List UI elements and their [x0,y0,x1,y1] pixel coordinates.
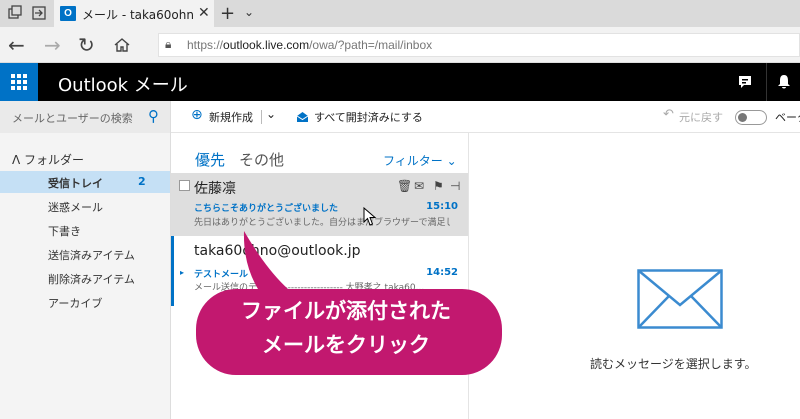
url-prefix: https:// [187,38,224,52]
new-options-chevron-icon[interactable]: ⌄ [266,107,276,121]
folder-item-label: 削除済みアイテム [48,273,135,286]
chevron-down-icon: ⌄ [446,154,457,168]
tab-title: メール - taka60ohno@ou [82,8,194,22]
search-box[interactable]: メールとユーザーの検索 ⚲ [0,101,171,133]
refresh-icon[interactable]: ↻ [78,33,95,57]
chevron-up-icon: ᐱ [12,153,21,167]
folders-header[interactable]: ᐱ フォルダー [12,151,84,168]
plus-circle-icon[interactable]: ⊕ [191,107,203,123]
beta-label: ベータ [775,111,800,124]
folder-item-label: 受信トレイ [48,177,103,190]
address-bar[interactable]: 🔒︎ https://outlook.live.com/owa/?path=/m… [158,33,800,57]
search-icon[interactable]: ⚲ [148,107,159,125]
bell-icon[interactable] [766,63,800,101]
message-preview: 先日はありがとうございました。自分はまだブラウザーで満足し... [194,218,450,228]
mark-read-icon[interactable]: ✉︎ [414,179,424,193]
message-subject: テストメール [194,270,249,280]
browser-tab-bar: O メール - taka60ohno@ou ✕ + ⌄ [0,0,800,27]
message-checkbox[interactable] [179,180,190,191]
chat-icon[interactable] [728,63,762,101]
folder-item-label: アーカイブ [48,297,103,310]
folder-item-inbox[interactable]: 受信トレイ 2 [0,171,170,193]
browser-tab-outlook[interactable]: O メール - taka60ohno@ou ✕ [54,0,214,27]
mark-all-read-button[interactable]: すべて開封済みにする [314,109,423,125]
outlook-header: Outlook メール [0,63,800,101]
flag-icon[interactable]: ⚑ [433,179,444,193]
envelope-icon [637,269,723,329]
unread-count-badge: 2 [138,175,146,188]
new-tab-icon[interactable]: + [220,3,235,24]
address-url: https://outlook.live.com/owa/?path=/mail… [187,38,432,52]
message-time: 14:52 [426,267,458,278]
tab-focused[interactable]: 優先 [195,149,226,175]
lock-icon: 🔒︎ [165,37,172,51]
message-sender: taka60ohno@outlook.jp [194,243,361,259]
folder-item-label: 迷惑メール [48,201,103,214]
home-icon[interactable] [113,36,131,54]
folder-item-drafts[interactable]: 下書き [0,219,170,241]
browser-nav-bar: ← → ↻ 🔒︎ https://outlook.live.com/owa/?p… [0,27,800,63]
folder-item-junk[interactable]: 迷惑メール [0,195,170,217]
folders-header-label: フォルダー [24,153,85,167]
message-item[interactable]: 佐藤凛 🗑︎ ✉︎ ⚑ ⊣ こちらこそありがとうございました 15:10 先日は… [171,173,468,236]
forward-arrow-icon[interactable]: → [44,33,61,57]
tab-other[interactable]: その他 [239,149,284,170]
mouse-cursor-icon [363,207,377,226]
folder-item-archive[interactable]: アーカイブ [0,291,170,313]
url-host: outlook.live.com [223,38,310,52]
outlook-favicon-icon: O [60,6,76,21]
folder-item-deleted[interactable]: 削除済みアイテム [0,267,170,289]
command-bar: ⊕ 新規作成 ⌄ すべて開封済みにする ↶ 元に戻す ベータ [171,101,800,133]
beta-toggle[interactable] [735,110,767,125]
undo-button[interactable]: 元に戻す [679,109,723,125]
pin-icon[interactable]: ⊣ [450,179,460,193]
chevron-down-icon[interactable]: ⌄ [244,5,254,19]
app-launcher-icon[interactable] [0,63,38,101]
new-message-button[interactable]: 新規作成 [209,109,253,125]
divider [261,110,262,124]
message-sender: 佐藤凛 [194,181,236,197]
trash-icon[interactable]: 🗑︎ [397,179,412,193]
folder-item-label: 下書き [48,225,81,238]
url-path: /owa/?path=/mail/inbox [309,38,433,52]
app-title: Outlook メール [58,75,188,96]
filter-label: フィルター [383,154,443,168]
undo-icon[interactable]: ↶ [663,107,674,122]
message-time: 15:10 [426,201,458,212]
folder-item-label: 送信済みアイテム [48,249,135,262]
folder-pane: ᐱ フォルダー 受信トレイ 2 迷惑メール 下書き 送信済みアイテム 削除済みア… [0,133,171,419]
search-input[interactable]: メールとユーザーの検索 [12,110,133,126]
close-tab-icon[interactable]: ✕ [198,5,210,21]
folder-item-sent[interactable]: 送信済みアイテム [0,243,170,265]
unread-arrow-icon: ▸ [180,268,185,277]
reading-pane-empty-text: 読むメッセージを選択します。 [590,357,757,371]
set-tabs-aside-icon[interactable] [30,4,48,22]
callout-line-2: メールをクリック [262,333,430,357]
tab-overview-icon[interactable] [6,4,24,22]
reading-pane [470,133,800,419]
message-subject: こちらこそありがとうございました [194,204,339,214]
callout-line-1: ファイルが添付された [241,299,451,323]
filter-dropdown[interactable]: フィルター ⌄ [383,152,457,169]
callout-text: ファイルが添付された メールをクリック [196,294,496,362]
back-arrow-icon[interactable]: ← [8,33,25,57]
unread-indicator [171,236,174,306]
open-envelope-icon[interactable] [296,111,309,123]
